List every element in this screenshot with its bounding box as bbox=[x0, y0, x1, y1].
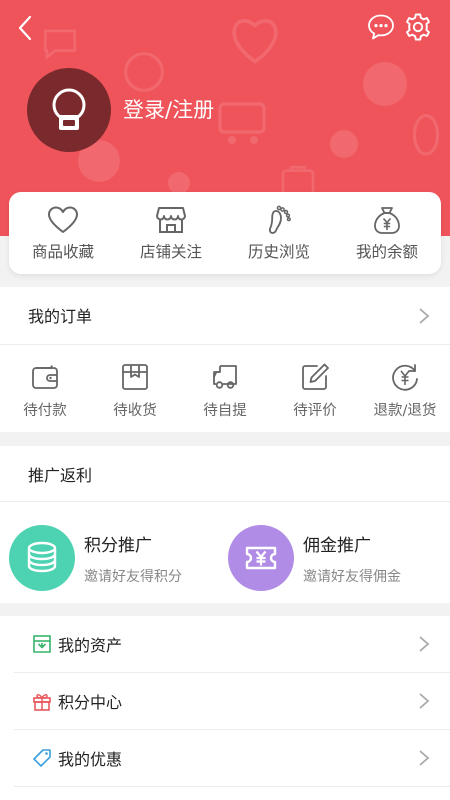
promo-subtitle: 邀请好友得积分 bbox=[84, 568, 182, 585]
login-register-link[interactable]: 登录/注册 bbox=[123, 94, 214, 124]
decorative-bubble bbox=[330, 130, 358, 158]
quick-link-label: 历史浏览 bbox=[247, 243, 310, 261]
wallet-icon bbox=[32, 365, 58, 389]
back-icon[interactable] bbox=[14, 14, 38, 42]
gift-icon bbox=[33, 694, 51, 711]
chevron-right-icon bbox=[419, 636, 430, 652]
chevron-right-icon bbox=[419, 750, 430, 766]
decorative-footprint-icon bbox=[412, 114, 440, 156]
divider bbox=[0, 501, 450, 502]
decorative-coin-icon bbox=[124, 52, 164, 92]
menu-item-label: 我的优惠 bbox=[58, 750, 123, 769]
order-status-pending-review[interactable]: 待评价 bbox=[270, 346, 360, 432]
gear-icon[interactable] bbox=[403, 12, 433, 42]
store-icon bbox=[156, 207, 186, 233]
order-status-label: 待收货 bbox=[113, 403, 157, 419]
decorative-bubble bbox=[363, 62, 407, 106]
points-promotion-text: 积分推广 邀请好友得积分 bbox=[84, 531, 182, 586]
order-status-label: 退款/退货 bbox=[373, 403, 437, 419]
edit-icon bbox=[302, 363, 329, 390]
coin-stack-icon bbox=[27, 541, 57, 573]
coupon-tag-icon bbox=[33, 749, 51, 767]
commission-promotion-text: 佣金推广 邀请好友得佣金 bbox=[303, 531, 401, 586]
order-status-refund-return[interactable]: 退款/退货 bbox=[360, 346, 450, 432]
heart-icon bbox=[48, 206, 78, 233]
commission-icon-circle bbox=[228, 525, 294, 591]
commission-promotion[interactable]: 佣金推广 邀请好友得佣金 bbox=[228, 520, 401, 596]
quick-link-label: 我的余额 bbox=[355, 243, 418, 261]
orders-header[interactable]: 我的订单 bbox=[0, 287, 450, 344]
message-icon[interactable] bbox=[366, 12, 396, 42]
decorative-bubble bbox=[168, 172, 190, 194]
coupon-yen-icon bbox=[245, 546, 277, 570]
orders-title: 我的订单 bbox=[28, 307, 93, 326]
chevron-right-icon bbox=[419, 693, 430, 709]
refund-icon bbox=[392, 364, 418, 391]
order-status-row: 待付款 待收货 待自提 待评价 退款/退货 bbox=[0, 346, 450, 432]
divider bbox=[14, 786, 450, 787]
money-bag-icon bbox=[374, 207, 400, 234]
chevron-right-icon bbox=[419, 308, 430, 324]
promo-title: 佣金推广 bbox=[303, 535, 371, 556]
avatar-placeholder-icon bbox=[52, 88, 86, 130]
quick-link-history[interactable]: 历史浏览 bbox=[225, 192, 333, 274]
decorative-cart-icon bbox=[218, 102, 266, 144]
order-status-pending-receipt[interactable]: 待收货 bbox=[90, 346, 180, 432]
order-status-label: 待付款 bbox=[23, 403, 67, 419]
points-icon-circle bbox=[9, 525, 75, 591]
order-status-label: 待评价 bbox=[293, 403, 337, 419]
order-status-label: 待自提 bbox=[203, 403, 247, 419]
menu-item-my-coupons[interactable]: 我的优惠 bbox=[0, 730, 450, 786]
menu-list: 我的资产 积分中心 我的优惠 bbox=[0, 616, 450, 800]
quick-link-favorites[interactable]: 商品收藏 bbox=[9, 192, 117, 274]
menu-item-points-center[interactable]: 积分中心 bbox=[0, 673, 450, 729]
quick-link-balance[interactable]: 我的余额 bbox=[333, 192, 441, 274]
menu-item-label: 积分中心 bbox=[58, 693, 123, 712]
order-status-pending-pickup[interactable]: 待自提 bbox=[180, 346, 270, 432]
menu-item-label: 我的资产 bbox=[58, 636, 123, 655]
menu-item-my-assets[interactable]: 我的资产 bbox=[0, 616, 450, 672]
asset-icon bbox=[33, 635, 51, 653]
quick-link-followed-stores[interactable]: 店铺关注 bbox=[117, 192, 225, 274]
quick-link-label: 店铺关注 bbox=[139, 243, 202, 261]
points-promotion[interactable]: 积分推广 邀请好友得积分 bbox=[9, 520, 182, 596]
box-icon bbox=[122, 364, 148, 390]
quick-link-label: 商品收藏 bbox=[31, 243, 94, 261]
promo-subtitle: 邀请好友得佣金 bbox=[303, 568, 401, 585]
decorative-heart-icon bbox=[232, 19, 278, 64]
avatar[interactable] bbox=[27, 68, 111, 152]
promo-title: 积分推广 bbox=[84, 535, 152, 556]
divider bbox=[0, 344, 450, 345]
promotion-title: 推广返利 bbox=[28, 466, 93, 485]
decorative-chat-icon bbox=[43, 29, 77, 60]
truck-icon bbox=[213, 365, 237, 389]
order-status-pending-payment[interactable]: 待付款 bbox=[0, 346, 90, 432]
footprint-icon bbox=[268, 205, 291, 234]
decorative-bag-icon bbox=[281, 166, 315, 196]
quick-links-card: 商品收藏 店铺关注 历史浏览 我的余额 bbox=[9, 192, 441, 274]
